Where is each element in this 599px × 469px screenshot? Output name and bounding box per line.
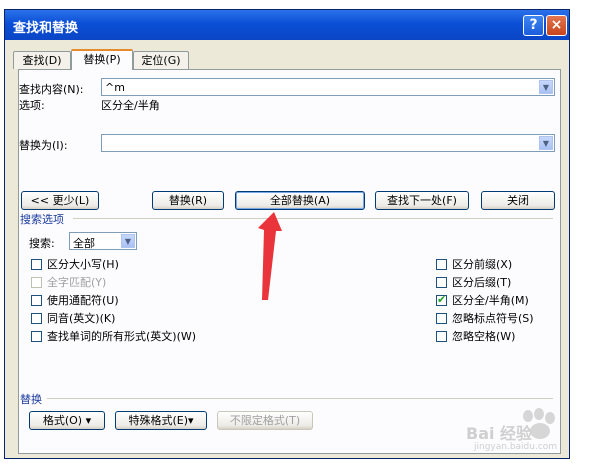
annotation-arrow-icon (258, 212, 282, 300)
tab-replace[interactable]: 替换(P) (71, 49, 133, 70)
red-arrow-shape (258, 212, 282, 300)
watermark-text: Bai 经验 (466, 424, 533, 443)
watermark-subtext: jingyan.baidu.com (474, 442, 558, 452)
baidu-watermark-logo: Bai 经验 jingyan.baidu.com (466, 406, 592, 462)
